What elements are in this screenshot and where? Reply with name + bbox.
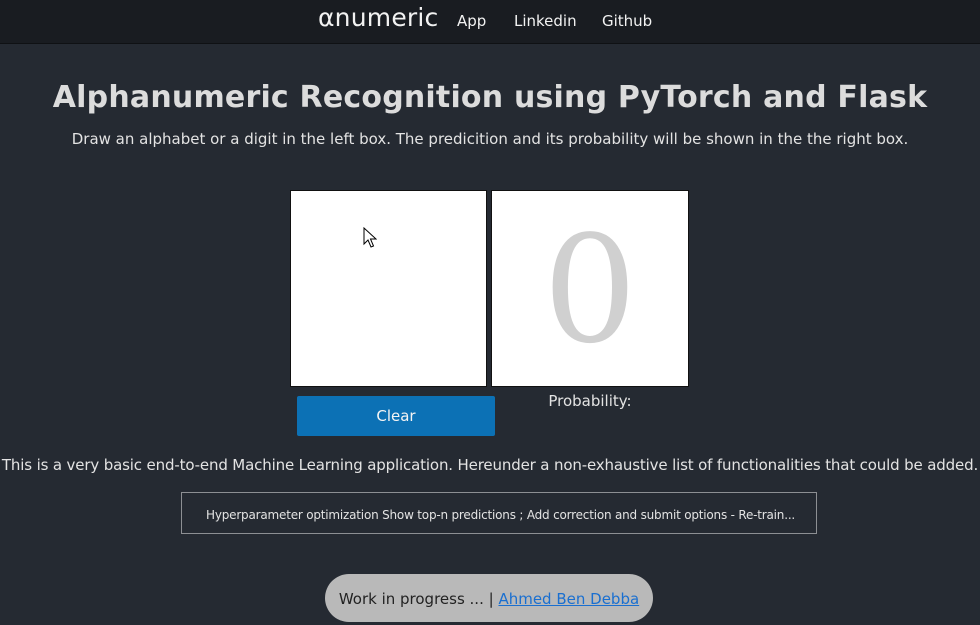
brand-logo[interactable]: αnumeric	[318, 3, 438, 32]
nav-link-github[interactable]: Github	[602, 12, 652, 30]
nav-link-linkedin[interactable]: Linkedin	[514, 12, 577, 30]
app-description: This is a very basic end-to-end Machine …	[1, 456, 979, 474]
drawing-canvas[interactable]	[290, 190, 487, 387]
nav-link-app[interactable]: App	[457, 12, 486, 30]
prediction-box: 0	[491, 190, 689, 387]
author-link[interactable]: Ahmed Ben Debba	[498, 590, 639, 608]
footer: Work in progress ... | Ahmed Ben Debba	[325, 574, 653, 622]
page-title: Alphanumeric Recognition using PyTorch a…	[52, 80, 928, 115]
features-list-box: Hyperparameter optimization Show top-n p…	[181, 492, 817, 534]
features-list-text: Hyperparameter optimization Show top-n p…	[206, 508, 796, 522]
footer-status-text: Work in progress ... |	[338, 590, 494, 608]
prediction-character: 0	[542, 204, 638, 376]
mouse-pointer-icon	[363, 227, 377, 248]
probability-label: Probability:	[548, 392, 632, 410]
page-subtitle: Draw an alphabet or a digit in the left …	[71, 130, 909, 148]
navbar: αnumeric App Linkedin Github	[0, 0, 980, 44]
clear-button[interactable]: Clear	[297, 396, 495, 436]
footer-text-container: Work in progress ... | Ahmed Ben Debba	[325, 590, 653, 608]
